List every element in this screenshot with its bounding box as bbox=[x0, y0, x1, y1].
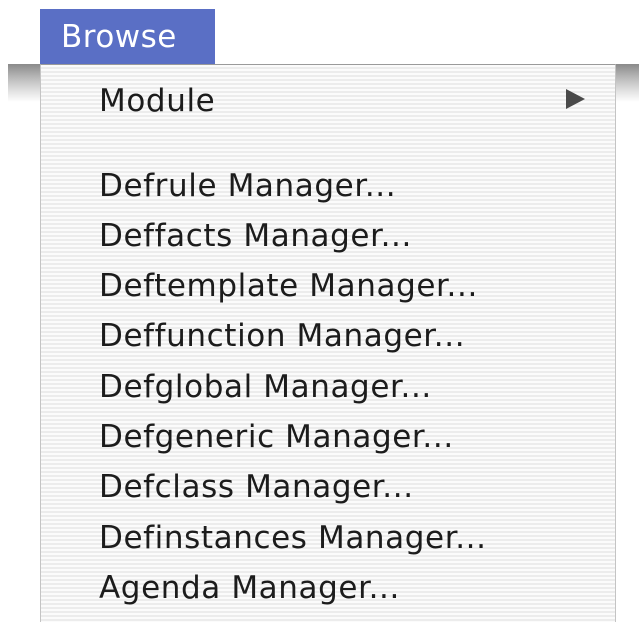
menu-item-deffacts-manager[interactable]: Deffacts Manager... bbox=[99, 214, 412, 258]
menu-item-defrule-manager[interactable]: Defrule Manager... bbox=[99, 164, 396, 208]
menu-item-defgeneric-manager[interactable]: Defgeneric Manager... bbox=[99, 415, 454, 459]
menu-item-module[interactable]: Module bbox=[99, 79, 215, 123]
menu-item-deffunction-manager[interactable]: Deffunction Manager... bbox=[99, 314, 465, 358]
menubar-shadow-right bbox=[616, 64, 639, 102]
menu-item-defglobal-manager[interactable]: Defglobal Manager... bbox=[99, 365, 432, 409]
menu-item-module-label: Module bbox=[99, 83, 216, 119]
menu-item-definstances-manager[interactable]: Definstances Manager... bbox=[99, 516, 487, 560]
menu-item-agenda-manager[interactable]: Agenda Manager... bbox=[99, 566, 400, 610]
triangle-right-icon bbox=[566, 89, 585, 109]
menu-title-browse[interactable]: Browse bbox=[40, 9, 215, 65]
browse-dropdown-menu: Module Defrule Manager... Deffacts Manag… bbox=[40, 64, 616, 622]
menu-item-deftemplate-manager[interactable]: Deftemplate Manager... bbox=[99, 264, 478, 308]
screen: Browse Module Defrule Manager... Deffact… bbox=[0, 0, 639, 622]
menu-item-defclass-manager[interactable]: Defclass Manager... bbox=[99, 465, 414, 509]
menubar-shadow-left bbox=[8, 64, 40, 102]
